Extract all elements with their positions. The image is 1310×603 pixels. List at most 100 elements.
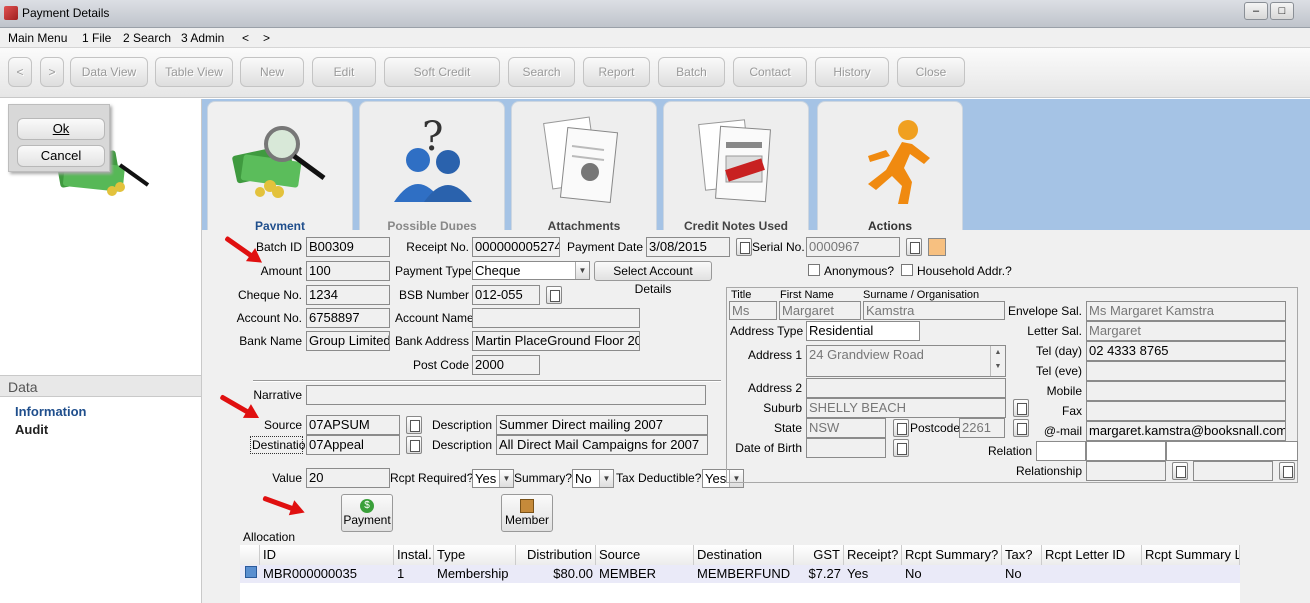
address-scrollbar[interactable]: ▲ ▼ [990, 346, 1005, 376]
anonymous-checkbox[interactable] [808, 264, 820, 276]
bsb-lookup-icon[interactable] [546, 286, 562, 304]
envelope-sal-field[interactable]: Ms Margaret Kamstra [1086, 301, 1286, 321]
destination-field[interactable]: 07Appeal [306, 435, 400, 455]
bank-address-field[interactable]: Martin PlaceGround Floor 20 [472, 331, 640, 351]
data-view-button[interactable]: Data View [70, 57, 148, 87]
grid-header-distribution[interactable]: Distribution [516, 545, 596, 565]
amount-field[interactable]: 100 [306, 261, 390, 281]
grid-header-destination[interactable]: Destination [694, 545, 794, 565]
relation-field-1[interactable] [1036, 441, 1086, 461]
narrative-field[interactable] [306, 385, 706, 405]
select-account-button[interactable]: Select Account Details [594, 261, 712, 296]
serial-action-icon[interactable] [928, 238, 946, 256]
close-toolbar-button[interactable]: Close [897, 57, 965, 87]
edit-button[interactable]: Edit [312, 57, 376, 87]
relationship-lookup-icon-2[interactable] [1279, 462, 1295, 480]
relationship-lookup-icon-1[interactable] [1172, 462, 1188, 480]
menu-file[interactable]: 1 File [82, 31, 111, 45]
soft-credit-button[interactable]: Soft Credit [384, 57, 500, 87]
receipt-no-field[interactable]: 000000005274 [472, 237, 560, 257]
surname-field[interactable]: Kamstra [863, 301, 1005, 320]
household-checkbox[interactable] [901, 264, 913, 276]
row-edit-icon[interactable] [242, 565, 260, 583]
menu-main[interactable]: Main Menu [8, 31, 67, 45]
tab-possible-dupes[interactable]: ? Possible Dupes [359, 101, 505, 233]
grid-header-rcpt-letter-id[interactable]: Rcpt Letter ID [1042, 545, 1142, 565]
tab-credit-notes[interactable]: Credit Notes Used [663, 101, 809, 233]
address-type-field[interactable]: Residential [806, 321, 920, 341]
menu-back[interactable]: < [242, 31, 249, 45]
payment-date-field[interactable]: 3/08/2015 [646, 237, 730, 257]
cancel-button[interactable]: Cancel [17, 145, 105, 167]
grid-header-gst[interactable]: GST [794, 545, 844, 565]
tab-attachments[interactable]: Attachments [511, 101, 657, 233]
tel-eve-field[interactable] [1086, 361, 1286, 381]
serial-no-field[interactable]: 0000967 [806, 237, 900, 257]
grid-header-source[interactable]: Source [596, 545, 694, 565]
new-button[interactable]: New [240, 57, 304, 87]
serial-lookup-icon[interactable] [906, 238, 922, 256]
tab-actions[interactable]: Actions [817, 101, 963, 233]
table-view-button[interactable]: Table View [155, 57, 233, 87]
dest-desc-field[interactable]: All Direct Mail Campaigns for 2007 [496, 435, 708, 455]
bsb-field[interactable]: 012-055 [472, 285, 540, 305]
source-desc-field[interactable]: Summer Direct mailing 2007 [496, 415, 708, 435]
grid-header-receipt[interactable]: Receipt? [844, 545, 902, 565]
state-lookup-icon[interactable] [893, 419, 909, 437]
destination-lookup-icon[interactable] [406, 436, 422, 454]
information-link[interactable]: Information [15, 404, 87, 419]
history-button[interactable]: History [815, 57, 889, 87]
source-field[interactable]: 07APSUM [306, 415, 400, 435]
tel-day-field[interactable]: 02 4333 8765 [1086, 341, 1286, 361]
fax-field[interactable] [1086, 401, 1286, 421]
dob-field[interactable] [806, 438, 886, 458]
batch-button[interactable]: Batch [658, 57, 725, 87]
forward-button[interactable]: > [40, 57, 64, 87]
state-field[interactable]: NSW [806, 418, 886, 438]
contact-button[interactable]: Contact [733, 57, 807, 87]
post-code-field[interactable]: 2000 [472, 355, 540, 375]
title-field[interactable]: Ms [729, 301, 777, 320]
minimize-button[interactable]: – [1244, 2, 1268, 20]
grid-header-id[interactable]: ID [260, 545, 394, 565]
relation-field-3[interactable] [1166, 441, 1298, 461]
back-button[interactable]: < [8, 57, 32, 87]
account-name-field[interactable] [472, 308, 640, 328]
mobile-field[interactable] [1086, 381, 1286, 401]
grid-header-instal[interactable]: Instal. [394, 545, 434, 565]
bank-name-field[interactable]: Group Limited [306, 331, 390, 351]
source-lookup-icon[interactable] [406, 416, 422, 434]
account-no-field[interactable]: 6758897 [306, 308, 390, 328]
value-field[interactable]: 20 [306, 468, 390, 488]
report-button[interactable]: Report [583, 57, 650, 87]
rcpt-required-select[interactable]: Yes ▼ [472, 469, 514, 488]
menu-search[interactable]: 2 Search [123, 31, 171, 45]
first-name-field[interactable]: Margaret [779, 301, 861, 320]
payment-button[interactable]: $ Payment [341, 494, 393, 532]
grid-header-rcpt-summary[interactable]: Rcpt Summary? [902, 545, 1002, 565]
dob-picker-icon[interactable] [893, 439, 909, 457]
address1-field[interactable]: 24 Grandview Road [806, 345, 1006, 377]
grid-header-tax[interactable]: Tax? [1002, 545, 1042, 565]
grid-header-type[interactable]: Type [434, 545, 516, 565]
audit-link[interactable]: Audit [15, 422, 48, 437]
date-picker-icon[interactable] [736, 238, 752, 256]
postcode-field[interactable]: 2261 [959, 418, 1005, 438]
email-field[interactable]: margaret.kamstra@booksnall.com [1086, 421, 1286, 441]
payment-type-select[interactable]: Cheque ▼ [472, 261, 590, 280]
batch-id-field[interactable]: B00309 [306, 237, 390, 257]
address2-field[interactable] [806, 378, 1006, 398]
relationship-field-1[interactable] [1086, 461, 1166, 481]
ok-button[interactable]: Ok [17, 118, 105, 140]
menu-admin[interactable]: 3 Admin [181, 31, 224, 45]
tab-payment[interactable]: Payment [207, 101, 353, 233]
menu-forward[interactable]: > [263, 31, 270, 45]
member-button[interactable]: Member [501, 494, 553, 532]
search-button[interactable]: Search [508, 57, 575, 87]
relation-field-2[interactable] [1086, 441, 1166, 461]
suburb-field[interactable]: SHELLY BEACH [806, 398, 1006, 418]
letter-sal-field[interactable]: Margaret [1086, 321, 1286, 341]
cheque-no-field[interactable]: 1234 [306, 285, 390, 305]
summary-select[interactable]: No ▼ [572, 469, 614, 488]
grid-header-rcpt-summary-l[interactable]: Rcpt Summary L [1142, 545, 1240, 565]
